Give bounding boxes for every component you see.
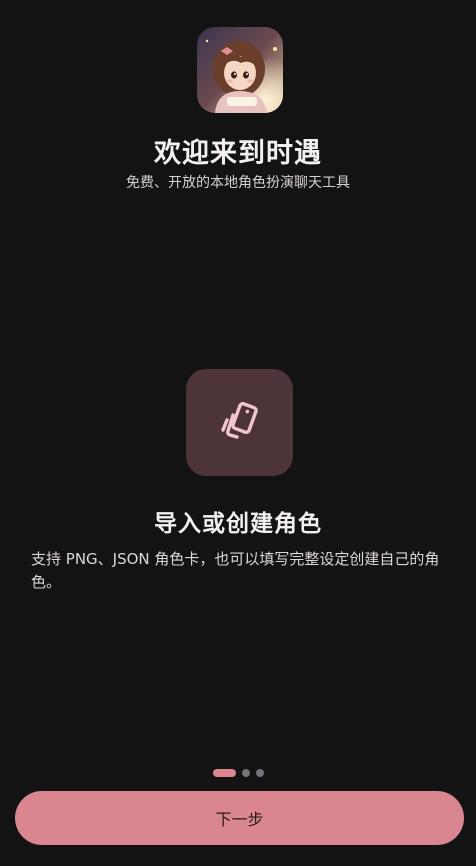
page-dot bbox=[242, 769, 250, 777]
page-indicator bbox=[213, 769, 264, 777]
welcome-title: 欢迎来到时遇 bbox=[154, 138, 322, 169]
page-dot bbox=[256, 769, 264, 777]
cards-icon bbox=[220, 401, 258, 439]
feature-description: 支持 PNG、JSON 角色卡，也可以填写完整设定创建自己的角色。 bbox=[31, 550, 440, 591]
next-button[interactable]: 下一步 bbox=[15, 791, 464, 845]
feature-title: 导入或创建角色 bbox=[154, 511, 322, 537]
welcome-subtitle: 免费、开放的本地角色扮演聊天工具 bbox=[126, 175, 350, 191]
page-dot-active bbox=[213, 769, 236, 777]
feature-icon-tile bbox=[186, 369, 293, 476]
app-logo bbox=[197, 27, 283, 113]
